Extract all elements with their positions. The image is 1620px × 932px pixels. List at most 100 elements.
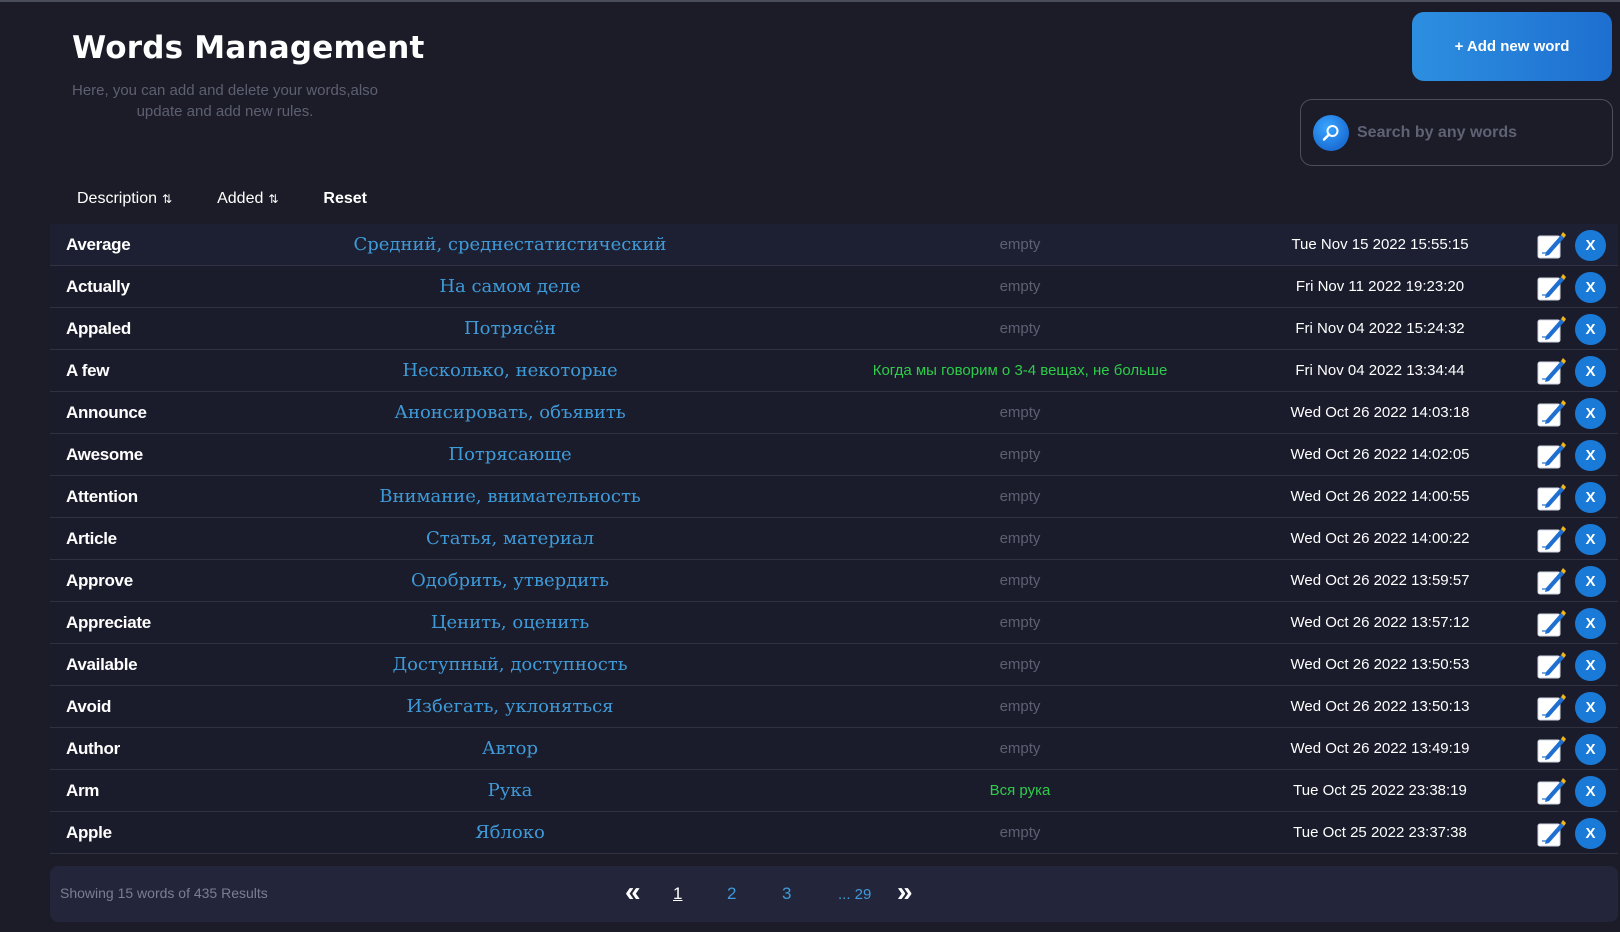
- delete-button[interactable]: X: [1575, 272, 1606, 303]
- delete-button[interactable]: X: [1575, 566, 1606, 597]
- word-cell: Average: [66, 234, 131, 254]
- table-row: Appreciate Ценить, оценить empty Wed Oct 26…: [50, 602, 1618, 644]
- pagination-page-3[interactable]: 3: [782, 884, 791, 904]
- table-row: Attention Внимание, внимательность empty We…: [50, 476, 1618, 518]
- edit-icon[interactable]: [1537, 357, 1567, 385]
- rule-cell: empty: [999, 614, 1041, 631]
- edit-icon[interactable]: [1537, 441, 1567, 469]
- translation-cell: На самом деле: [439, 276, 581, 297]
- rule-cell: empty: [999, 698, 1041, 715]
- translation-cell: Доступный, доступность: [392, 654, 628, 675]
- added-date-cell: Fri Nov 04 2022 15:24:32: [1295, 320, 1465, 337]
- word-cell: Article: [66, 528, 117, 548]
- added-date-cell: Wed Oct 26 2022 13:50:53: [1290, 656, 1470, 673]
- word-cell: Appaled: [66, 318, 131, 338]
- words-table: Average Средний, среднестатистический empt…: [50, 224, 1618, 854]
- rule-cell: empty: [999, 572, 1041, 589]
- table-row: Appaled Потрясён empty Fri Nov 04 2022 15:2…: [50, 308, 1618, 350]
- word-cell: Apple: [66, 822, 112, 842]
- table-row: Author Автор empty Wed Oct 26 2022 13:49:19…: [50, 728, 1618, 770]
- reset-sort-button[interactable]: Reset: [323, 190, 367, 208]
- word-cell: Awesome: [66, 444, 143, 464]
- pagination-prev-button[interactable]: «: [625, 876, 641, 908]
- edit-icon[interactable]: [1537, 525, 1567, 553]
- delete-button[interactable]: X: [1575, 314, 1606, 345]
- search-input[interactable]: [1357, 117, 1597, 148]
- delete-button[interactable]: X: [1575, 692, 1606, 723]
- page-subtitle: Here, you can add and delete your words,…: [71, 82, 379, 120]
- edit-icon[interactable]: [1537, 483, 1567, 511]
- added-date-cell: Fri Nov 04 2022 13:34:44: [1295, 362, 1465, 379]
- edit-icon[interactable]: [1537, 609, 1567, 637]
- edit-icon[interactable]: [1537, 231, 1567, 259]
- edit-icon[interactable]: [1537, 651, 1567, 679]
- sort-added-button[interactable]: Added ⇅: [217, 190, 278, 208]
- search-icon[interactable]: [1313, 114, 1349, 151]
- rule-cell: empty: [999, 656, 1041, 673]
- word-cell: Approve: [66, 570, 133, 590]
- delete-button[interactable]: X: [1575, 734, 1606, 765]
- pagination-last-page[interactable]: ... 29: [838, 886, 871, 903]
- sort-description-button[interactable]: Description ⇅: [77, 190, 172, 208]
- table-row: Available Доступный, доступность empty Wed …: [50, 644, 1618, 686]
- edit-icon[interactable]: [1537, 315, 1567, 343]
- pagination-page-1[interactable]: 1: [673, 884, 682, 904]
- sort-arrows-icon: ⇅: [162, 192, 173, 206]
- table-row: Approve Одобрить, утвердить empty Wed Oct 2…: [50, 560, 1618, 602]
- translation-cell: Анонсировать, объявить: [394, 402, 626, 423]
- delete-button[interactable]: X: [1575, 482, 1606, 513]
- table-row: Apple Яблоко empty Tue Oct 25 2022 23:37:38…: [50, 812, 1618, 854]
- delete-button[interactable]: X: [1575, 650, 1606, 681]
- word-cell: Actually: [66, 276, 130, 296]
- translation-cell: Средний, среднестатистический: [353, 234, 667, 255]
- translation-cell: Рука: [487, 780, 533, 801]
- sort-bar: Description ⇅ Added ⇅ Reset: [77, 190, 412, 208]
- rule-cell: empty: [999, 236, 1041, 253]
- translation-cell: Яблоко: [475, 822, 545, 843]
- rule-cell: empty: [999, 404, 1041, 421]
- word-cell: Announce: [66, 402, 147, 422]
- translation-cell: Потрясён: [463, 318, 557, 339]
- rule-cell: empty: [999, 320, 1041, 337]
- added-date-cell: Wed Oct 26 2022 14:00:55: [1290, 488, 1470, 505]
- table-row: Announce Анонсировать, объявить empty Wed O…: [50, 392, 1618, 434]
- delete-button[interactable]: X: [1575, 440, 1606, 471]
- translation-cell: Внимание, внимательность: [379, 486, 641, 507]
- delete-button[interactable]: X: [1575, 776, 1606, 807]
- word-cell: A few: [66, 360, 110, 380]
- delete-button[interactable]: X: [1575, 356, 1606, 387]
- delete-button[interactable]: X: [1575, 608, 1606, 639]
- rule-cell: empty: [999, 740, 1041, 757]
- edit-icon[interactable]: [1537, 777, 1567, 805]
- word-cell: Avoid: [66, 696, 112, 716]
- edit-icon[interactable]: [1537, 399, 1567, 427]
- pagination-next-button[interactable]: »: [897, 876, 913, 908]
- table-footer: Showing 15 words of 435 Results « 1 2 3 …: [50, 866, 1618, 922]
- rule-cell: empty: [999, 446, 1041, 463]
- table-row: Average Средний, среднестатистический empt…: [50, 224, 1618, 266]
- edit-icon[interactable]: [1537, 567, 1567, 595]
- rule-cell: empty: [999, 278, 1041, 295]
- delete-button[interactable]: X: [1575, 818, 1606, 849]
- delete-button[interactable]: X: [1575, 524, 1606, 555]
- sort-added-label: Added: [217, 190, 264, 207]
- delete-button[interactable]: X: [1575, 230, 1606, 261]
- word-cell: Attention: [66, 486, 138, 506]
- edit-icon[interactable]: [1537, 735, 1567, 763]
- translation-cell: Ценить, оценить: [430, 612, 590, 633]
- translation-cell: Потрясающе: [448, 444, 572, 465]
- rule-cell: Вся рука: [989, 782, 1051, 799]
- pagination: « 1 2 3 ... 29 »: [50, 866, 1618, 922]
- edit-icon[interactable]: [1537, 693, 1567, 721]
- rule-cell: empty: [999, 488, 1041, 505]
- edit-icon[interactable]: [1537, 273, 1567, 301]
- added-date-cell: Wed Oct 26 2022 13:50:13: [1290, 698, 1470, 715]
- table-row: Actually На самом деле empty Fri Nov 11 202…: [50, 266, 1618, 308]
- word-cell: Author: [66, 738, 120, 758]
- rule-cell: empty: [999, 530, 1041, 547]
- add-new-word-button[interactable]: + Add new word: [1412, 12, 1612, 81]
- word-cell: Arm: [66, 780, 100, 800]
- edit-icon[interactable]: [1537, 819, 1567, 847]
- delete-button[interactable]: X: [1575, 398, 1606, 429]
- pagination-page-2[interactable]: 2: [727, 884, 736, 904]
